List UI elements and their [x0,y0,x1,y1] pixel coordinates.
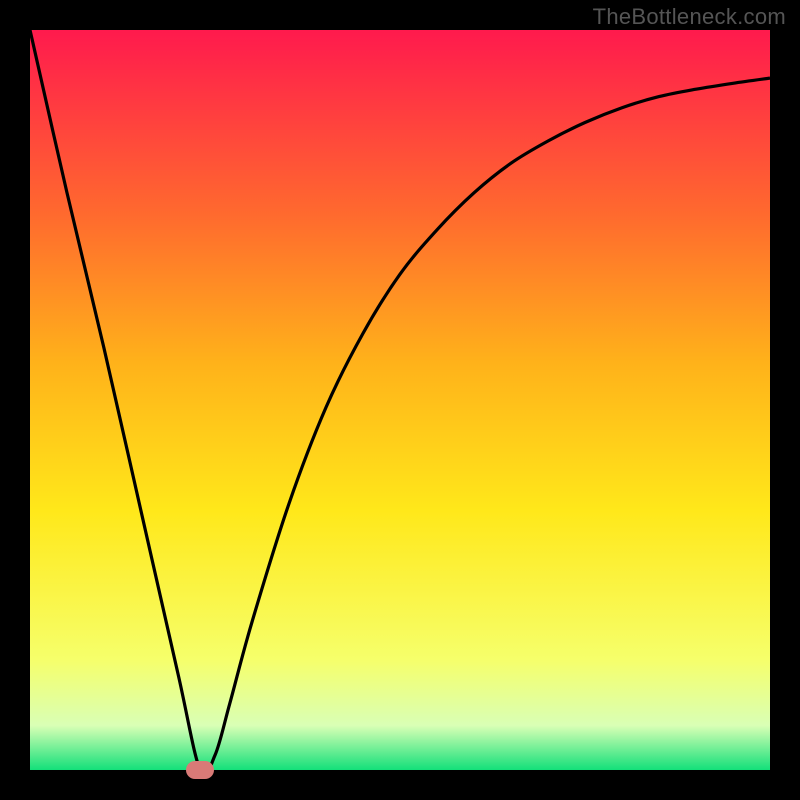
optimal-point-marker [186,761,214,779]
chart-frame: TheBottleneck.com [0,0,800,800]
gradient-background [30,30,770,770]
plot-area [30,30,770,770]
chart-svg [30,30,770,770]
watermark-text: TheBottleneck.com [593,4,786,30]
